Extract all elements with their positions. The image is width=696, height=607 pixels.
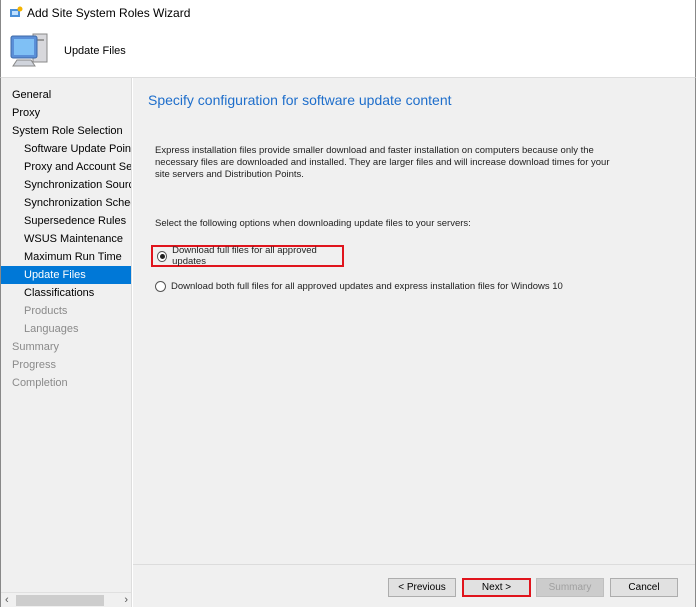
computer-icon [10, 33, 48, 67]
description-text: Express installation files provide small… [155, 145, 610, 180]
sidebar-item-proxy[interactable]: Proxy [1, 104, 131, 122]
cancel-button[interactable]: Cancel [610, 578, 678, 597]
option-label: Download full files for all approved upd… [172, 245, 317, 267]
wizard-header: Update Files [0, 26, 696, 78]
wizard-navigation: ‹ › General Proxy System Role Selection Sof… [0, 78, 132, 607]
sidebar-item-classifications[interactable]: Classifications [1, 284, 131, 302]
sidebar-item-synchronization-source[interactable]: Synchronization Source [1, 176, 131, 194]
radio-unselected[interactable] [155, 280, 166, 292]
scroll-right-icon[interactable]: › [124, 593, 128, 607]
title-bar: Add Site System Roles Wizard [0, 0, 696, 26]
sidebar-item-system-role-selection[interactable]: System Role Selection [1, 122, 131, 140]
radio-selected[interactable] [157, 250, 168, 262]
wizard-icon [10, 6, 23, 17]
previous-button[interactable]: < Previous [388, 578, 456, 597]
horizontal-scrollbar[interactable]: ‹ › [1, 592, 131, 607]
sidebar-item-software-update-point[interactable]: Software Update Point [1, 140, 131, 158]
option-label: Download both full files for all approve… [171, 280, 563, 292]
window-title: Add Site System Roles Wizard [27, 6, 191, 20]
main-panel: Specify configuration for software updat… [133, 78, 696, 607]
sidebar-item-summary: Summary [12, 341, 60, 353]
sidebar-item-progress: Progress [12, 359, 57, 371]
scrollbar-thumb[interactable] [16, 595, 104, 606]
sidebar-item-wsus-maintenance[interactable]: WSUS Maintenance [1, 230, 131, 248]
sidebar-item-general[interactable]: General [1, 86, 131, 104]
sidebar-item-proxy-and-account-settings[interactable]: Proxy and Account Settings [1, 158, 131, 176]
divider [133, 564, 695, 565]
option-express-files[interactable]: Download both full files for all approve… [155, 275, 563, 297]
sidebar-item-products: Products [24, 305, 68, 317]
sidebar-item-languages: Languages [24, 323, 79, 335]
sidebar-item-maximum-run-time[interactable]: Maximum Run Time [1, 248, 131, 266]
option-full-files[interactable]: Download full files for all approved upd… [151, 245, 344, 267]
sidebar-item-update-files[interactable]: Update Files [1, 266, 131, 284]
next-button[interactable]: Next > [462, 578, 531, 597]
sidebar-item-supersedence-rules[interactable]: Supersedence Rules [1, 212, 131, 230]
scroll-left-icon[interactable]: ‹ [5, 593, 9, 607]
sidebar-item-synchronization-schedule[interactable]: Synchronization Schedule [1, 194, 131, 212]
page-heading: Update Files [64, 45, 126, 57]
options-prompt: Select the following options when downlo… [155, 218, 471, 229]
summary-button: Summary [536, 578, 604, 597]
sidebar-item-completion: Completion [12, 377, 68, 389]
section-title: Specify configuration for software updat… [148, 92, 452, 108]
